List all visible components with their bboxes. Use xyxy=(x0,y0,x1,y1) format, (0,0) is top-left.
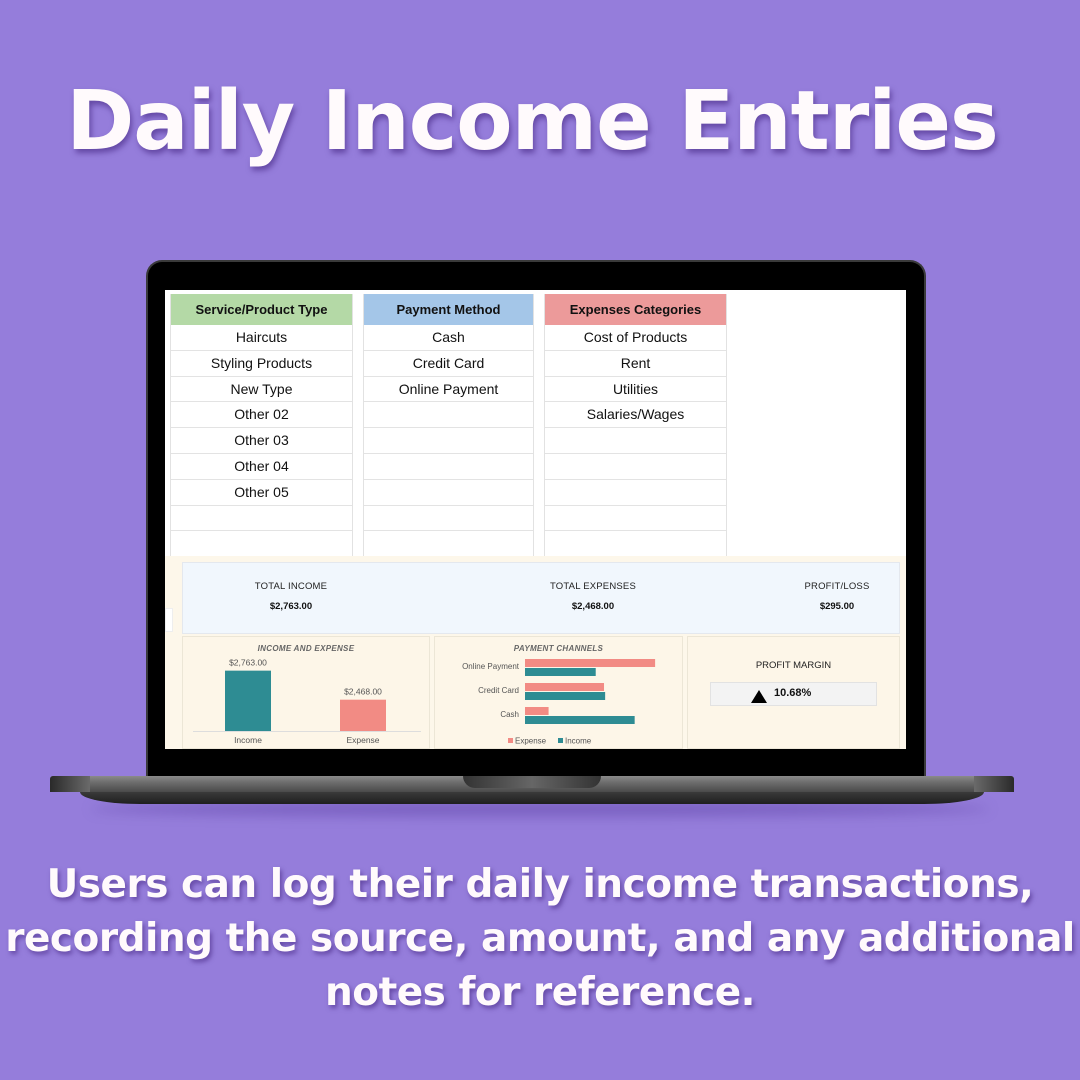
list-item[interactable]: Salaries/Wages xyxy=(545,402,726,429)
total-income-label: TOTAL INCOME xyxy=(254,581,328,592)
total-income: TOTAL INCOME $2,763.00 xyxy=(211,581,371,612)
list-item[interactable] xyxy=(364,531,533,558)
bar-income xyxy=(225,670,271,731)
list-item[interactable] xyxy=(545,479,726,506)
laptop-screen: Service/Product Type Haircuts Styling Pr… xyxy=(165,290,906,749)
list-item[interactable] xyxy=(364,402,533,429)
list-item[interactable]: Other 02 xyxy=(171,402,352,429)
x-tick-label: Expense xyxy=(346,735,379,745)
legend-label: Income xyxy=(565,737,592,746)
profit-margin-card: PROFIT MARGIN 10.68% xyxy=(687,636,900,749)
list-item[interactable] xyxy=(545,505,726,532)
payment-method-header: Payment Method xyxy=(364,294,533,325)
dashboard: TOTAL INCOME $2,763.00 TOTAL EXPENSES $2… xyxy=(165,556,906,749)
summary-bar: TOTAL INCOME $2,763.00 TOTAL EXPENSES $2… xyxy=(182,562,900,634)
list-item[interactable]: Styling Products xyxy=(171,350,352,377)
list-item[interactable]: Other 05 xyxy=(171,479,352,506)
bar-expense-credit-card xyxy=(525,683,605,691)
caption: Users can log their daily income transac… xyxy=(5,862,1075,1015)
bar-expense-cash xyxy=(525,707,549,715)
list-item[interactable] xyxy=(171,505,352,532)
total-expenses: TOTAL EXPENSES $2,468.00 xyxy=(513,581,673,612)
y-tick-label: Online Payment xyxy=(462,662,520,671)
list-item[interactable]: Utilities xyxy=(545,376,726,403)
list-item[interactable]: New Type xyxy=(171,376,352,403)
payment-method-list: Payment Method Cash Credit Card Online P… xyxy=(363,294,534,558)
left-strip xyxy=(165,608,173,632)
list-item[interactable] xyxy=(171,531,352,558)
list-item[interactable] xyxy=(364,428,533,454)
service-product-type-list: Service/Product Type Haircuts Styling Pr… xyxy=(170,294,353,558)
income-expense-chart[interactable]: $2,763.00 Income $2,468.00 Expense INCOME A… xyxy=(182,636,430,749)
chart-title: INCOME AND EXPENSE xyxy=(257,644,355,653)
legend-swatch-expense xyxy=(508,738,513,743)
expenses-categories-list: Expenses Categories Cost of Products Ren… xyxy=(544,294,727,558)
total-income-value: $2,763.00 xyxy=(269,601,313,612)
category-lists: Service/Product Type Haircuts Styling Pr… xyxy=(170,294,737,558)
profit-loss: PROFIT/LOSS $295.00 xyxy=(757,581,906,612)
list-item[interactable]: Cash xyxy=(364,325,533,351)
list-item[interactable]: Haircuts xyxy=(171,325,352,351)
laptop-notch xyxy=(463,776,601,788)
bar-income-online-payment xyxy=(525,668,596,676)
list-item[interactable] xyxy=(545,531,726,558)
bar-expense xyxy=(340,699,386,731)
bar-income-credit-card xyxy=(525,692,606,700)
service-product-type-header: Service/Product Type xyxy=(171,294,352,325)
profit-margin-label: PROFIT MARGIN xyxy=(755,660,832,671)
list-item[interactable]: Other 03 xyxy=(171,428,352,454)
profit-loss-value: $295.00 xyxy=(819,601,855,612)
chart-title: PAYMENT CHANNELS xyxy=(513,644,604,653)
y-tick-label: Cash xyxy=(500,710,519,719)
profit-loss-label: PROFIT/LOSS xyxy=(804,581,870,592)
laptop-shadow xyxy=(90,802,990,816)
list-item[interactable] xyxy=(545,428,726,454)
payment-channels-chart[interactable]: Online Payment Credit Card Cash Expense Inco… xyxy=(434,636,683,749)
list-item[interactable] xyxy=(364,453,533,480)
data-label: $2,468.00 xyxy=(344,687,382,697)
list-item[interactable] xyxy=(545,453,726,480)
bar-income-cash xyxy=(525,716,635,724)
profit-margin-value: 10.68% xyxy=(774,687,812,699)
list-item[interactable]: Online Payment xyxy=(364,376,533,403)
payment-channels-chart-svg: Online Payment Credit Card Cash Expense Inco… xyxy=(462,659,656,746)
triangle-up-icon xyxy=(751,690,767,703)
list-item[interactable]: Other 04 xyxy=(171,453,352,480)
legend-label: Expense xyxy=(515,737,547,746)
x-tick-label: Income xyxy=(234,735,262,745)
expenses-categories-header: Expenses Categories xyxy=(545,294,726,325)
income-expense-chart-svg: $2,763.00 Income $2,468.00 Expense xyxy=(193,658,421,745)
list-item[interactable]: Cost of Products xyxy=(545,325,726,351)
laptop-base-bottom xyxy=(80,792,984,804)
bar-expense-online-payment xyxy=(525,659,656,667)
profit-margin-box: 10.68% xyxy=(710,682,877,706)
legend-swatch-income xyxy=(558,738,563,743)
total-expenses-label: TOTAL EXPENSES xyxy=(549,581,637,592)
headline: Daily Income Entries xyxy=(66,74,999,169)
data-label: $2,763.00 xyxy=(229,658,267,668)
list-item[interactable]: Rent xyxy=(545,350,726,377)
list-item[interactable]: Credit Card xyxy=(364,350,533,377)
list-item[interactable] xyxy=(364,479,533,506)
list-item[interactable] xyxy=(364,505,533,532)
y-tick-label: Credit Card xyxy=(478,686,519,695)
total-expenses-value: $2,468.00 xyxy=(571,601,615,612)
